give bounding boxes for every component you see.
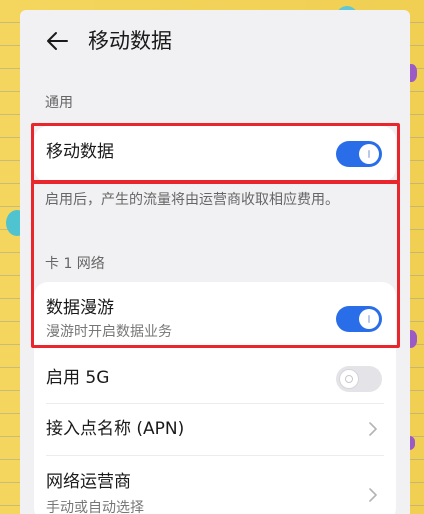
mobile-data-label: 移动数据 xyxy=(46,142,114,162)
back-button[interactable] xyxy=(40,24,74,58)
network-settings-card: 数据漫游 漫游时开启数据业务 启用 5G 接入点名称 (APN) 网络运营商 手… xyxy=(34,282,396,514)
settings-screen: 移动数据 通用 移动数据 启用后，产生的流量将由运营商收取相应费用。 卡 1 网… xyxy=(20,10,410,514)
apn-label: 接入点名称 (APN) xyxy=(46,419,185,439)
roaming-toggle[interactable] xyxy=(336,306,382,332)
carrier-sublabel: 手动或自动选择 xyxy=(46,500,144,514)
enable-5g-toggle[interactable] xyxy=(336,366,382,392)
roaming-label: 数据漫游 xyxy=(46,298,114,318)
toggle-knob xyxy=(359,309,379,329)
apn-row[interactable]: 接入点名称 (APN) xyxy=(34,404,396,454)
back-arrow-icon xyxy=(47,32,68,50)
mobile-data-toggle[interactable] xyxy=(336,141,382,167)
enable-5g-row[interactable]: 启用 5G xyxy=(34,354,396,402)
carrier-row[interactable]: 网络运营商 手动或自动选择 xyxy=(34,456,396,514)
carrier-label: 网络运营商 xyxy=(46,472,131,492)
roaming-row[interactable]: 数据漫游 漫游时开启数据业务 xyxy=(34,282,396,346)
chevron-right-icon xyxy=(369,488,377,502)
roaming-sublabel: 漫游时开启数据业务 xyxy=(46,324,172,340)
toggle-knob xyxy=(339,369,359,389)
chevron-right-icon xyxy=(369,422,377,436)
enable-5g-label: 启用 5G xyxy=(46,368,110,388)
header: 移动数据 xyxy=(20,10,410,72)
mobile-data-row[interactable]: 移动数据 xyxy=(34,126,396,182)
section-label-sim1: 卡 1 网络 xyxy=(45,256,105,272)
mobile-data-description: 启用后，产生的流量将由运营商收取相应费用。 xyxy=(45,192,339,208)
toggle-knob xyxy=(359,144,379,164)
section-label-general: 通用 xyxy=(45,95,73,111)
page-title: 移动数据 xyxy=(88,29,172,53)
